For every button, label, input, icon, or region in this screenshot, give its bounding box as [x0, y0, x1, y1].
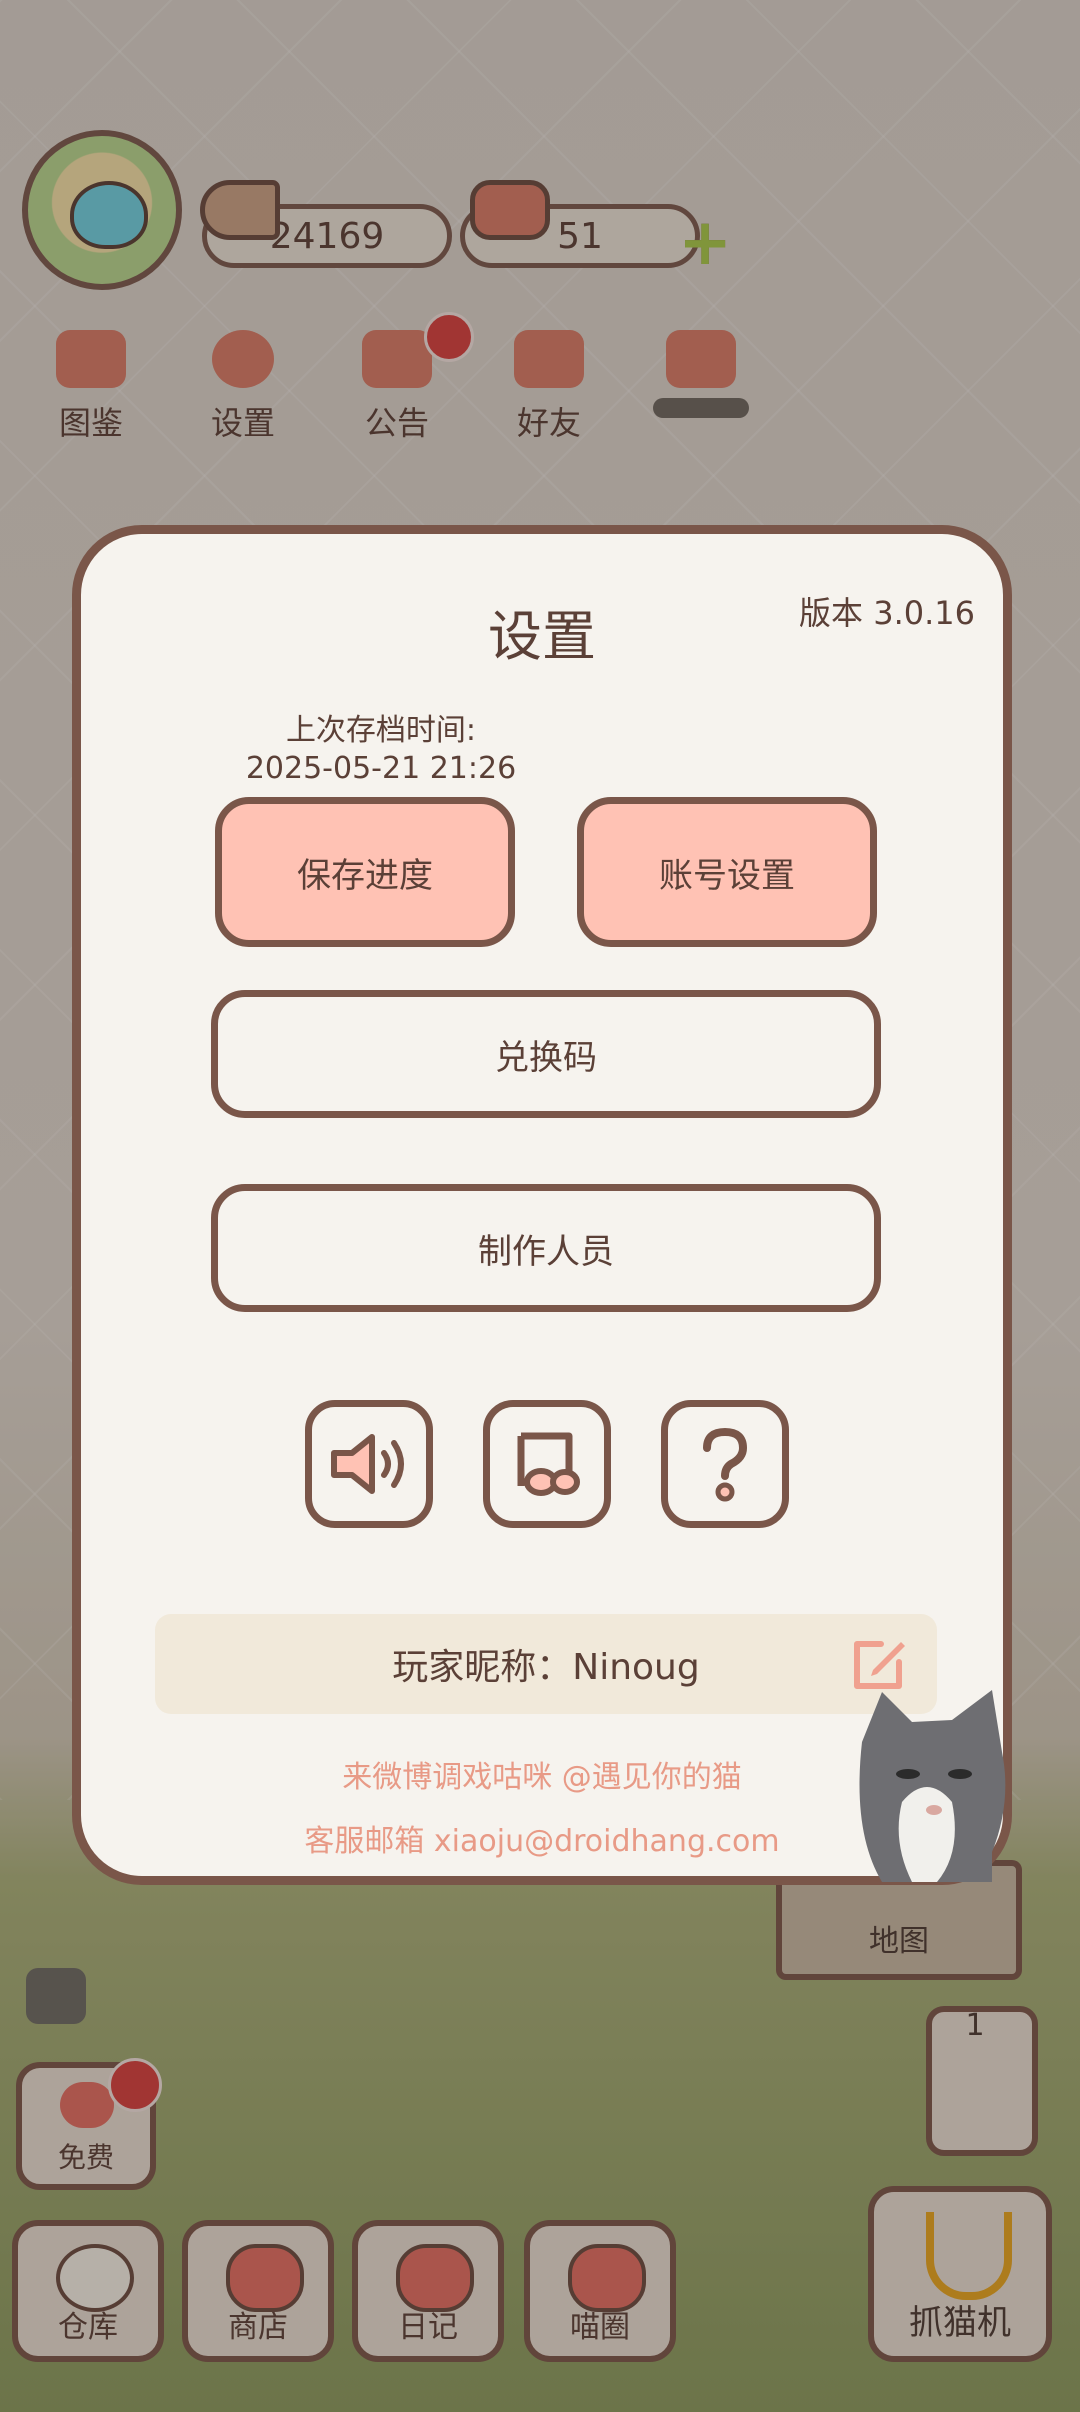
music-icon — [517, 1432, 580, 1496]
nickname-bar: 玩家昵称：Ninoug — [155, 1614, 937, 1714]
settings-dialog: 设置 版本 3.0.16 上次存档时间: 2025-05-21 21:26 保存… — [72, 525, 1012, 1885]
version-label: 版本 3.0.16 — [799, 594, 975, 632]
save-progress-button[interactable]: 保存进度 — [215, 797, 515, 947]
last-save-label: 上次存档时间: — [285, 713, 477, 748]
sound-toggle-button[interactable] — [305, 1400, 433, 1528]
nickname-text: 玩家昵称：Ninoug — [392, 1647, 700, 1688]
sound-icon — [331, 1434, 404, 1494]
last-save-time: 2025-05-21 21:26 — [245, 751, 517, 786]
cat-photo — [859, 1690, 1006, 1882]
redeem-code-button[interactable]: 兑换码 — [211, 990, 881, 1118]
help-button[interactable] — [661, 1400, 789, 1528]
help-icon — [703, 1427, 748, 1502]
last-save-info: 上次存档时间: 2025-05-21 21:26 — [231, 712, 531, 788]
credits-button[interactable]: 制作人员 — [211, 1184, 881, 1312]
account-settings-button[interactable]: 账号设置 — [577, 797, 877, 947]
music-toggle-button[interactable] — [483, 1400, 611, 1528]
